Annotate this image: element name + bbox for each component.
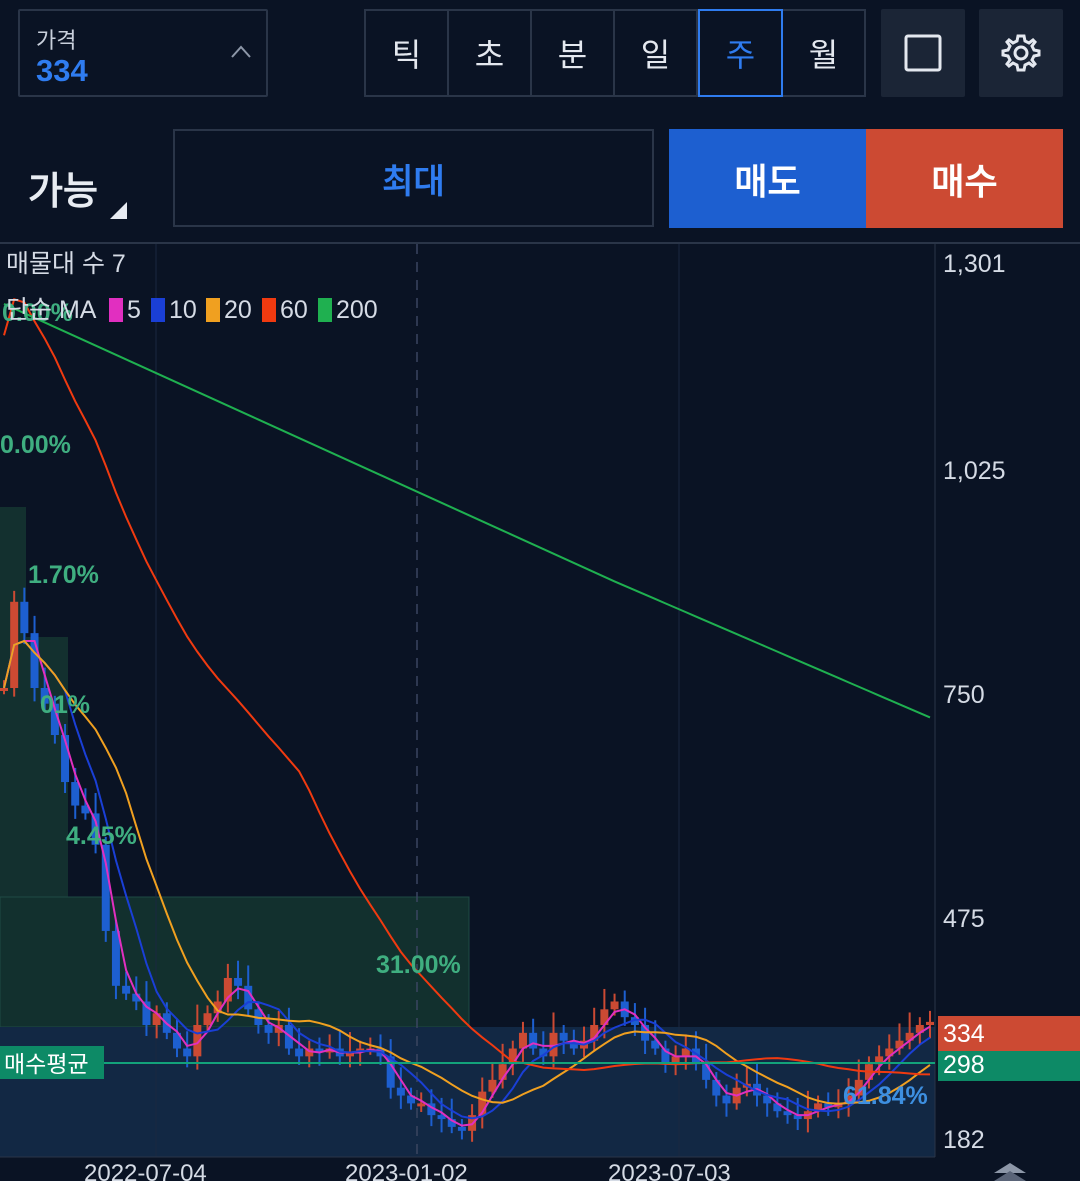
tab-minute[interactable]: 분 xyxy=(532,11,615,95)
y-tick: 1,301 xyxy=(943,250,1006,278)
order-bar: 가능 최대 매도 매수 xyxy=(0,115,1080,243)
settings-button[interactable] xyxy=(979,9,1063,97)
sell-button[interactable]: 매도 xyxy=(669,129,866,228)
ma10-swatch xyxy=(151,298,165,322)
y-tick: 750 xyxy=(943,681,985,709)
fib-label: 01% xyxy=(40,691,90,719)
fib-label: 31.00% xyxy=(376,951,461,979)
ma200-swatch xyxy=(318,298,332,322)
candle-body xyxy=(0,688,8,692)
available-label[interactable]: 가능 xyxy=(28,160,98,215)
candle-body xyxy=(122,985,131,994)
candle-body xyxy=(457,1126,466,1131)
ma-line-200 xyxy=(3,303,931,719)
ma20-label: 20 xyxy=(224,296,252,324)
ma-prefix: 단순 MA xyxy=(6,296,97,324)
x-tick: 2022-07-04 xyxy=(84,1160,207,1181)
candle-body xyxy=(295,1048,304,1057)
fib-label: 1.70% xyxy=(28,561,99,589)
ma60-swatch xyxy=(262,298,276,322)
candle-body xyxy=(702,1064,711,1080)
dropdown-corner-icon xyxy=(110,202,127,219)
volume-profile-bar xyxy=(0,1027,935,1157)
ma5-swatch xyxy=(109,298,123,322)
avg-price-label: 매수평균 xyxy=(4,1051,89,1077)
x-tick: 2023-07-03 xyxy=(608,1160,731,1181)
price-selector[interactable]: 가격 334 xyxy=(18,9,268,97)
ma10-label: 10 xyxy=(169,296,197,324)
fullscreen-button[interactable] xyxy=(881,9,965,97)
candle-body xyxy=(722,1095,731,1104)
fib-label: 61.84% xyxy=(843,1082,928,1110)
candle-body xyxy=(203,1013,212,1026)
candle-body xyxy=(559,1032,568,1041)
fib-label: 0.00% xyxy=(0,431,71,459)
candle-body xyxy=(234,977,243,986)
buy-button[interactable]: 매수 xyxy=(866,129,1063,228)
tab-day[interactable]: 일 xyxy=(615,11,698,95)
candle-body xyxy=(20,601,29,634)
y-tick: 1,025 xyxy=(943,457,1006,485)
gear-icon xyxy=(1001,34,1041,72)
candle-body xyxy=(183,1048,192,1057)
candle-body xyxy=(396,1087,405,1096)
y-tick: 475 xyxy=(943,905,985,933)
candle-body xyxy=(71,782,80,806)
price-chart[interactable]: 매수평균 0.00% 0.00% 1.70% 01% 4.45% 31.00% … xyxy=(0,244,1080,1181)
indicator-label: 매물대 수 7 xyxy=(6,250,126,278)
price-value: 334 xyxy=(36,53,88,88)
avg-price-value: 298 xyxy=(943,1051,985,1079)
candle-body xyxy=(417,1103,426,1107)
candle-body xyxy=(926,1021,934,1026)
candle-body xyxy=(610,1001,619,1010)
current-price-label: 334 xyxy=(943,1020,985,1048)
ma5-label: 5 xyxy=(127,296,141,324)
square-icon xyxy=(904,34,942,72)
ma60-label: 60 xyxy=(280,296,308,324)
tab-tick[interactable]: 틱 xyxy=(366,11,449,95)
fib-label: 4.45% xyxy=(66,822,137,850)
tab-week[interactable]: 주 xyxy=(698,9,783,97)
candle-body xyxy=(111,930,120,986)
chevron-up-icon xyxy=(231,45,251,58)
tab-month[interactable]: 월 xyxy=(783,11,864,95)
ma200-label: 200 xyxy=(336,296,378,324)
y-tick: 182 xyxy=(943,1126,985,1154)
ma20-swatch xyxy=(206,298,220,322)
tab-second[interactable]: 초 xyxy=(449,11,532,95)
candle-body xyxy=(264,1025,273,1033)
candle-body xyxy=(529,1032,538,1049)
price-label: 가격 xyxy=(36,28,77,53)
x-tick: 2023-01-02 xyxy=(345,1160,468,1181)
period-tabs: 틱 초 분 일 주 월 xyxy=(364,9,866,97)
candle-body xyxy=(101,844,110,931)
top-toolbar: 가격 334 틱 초 분 일 주 월 xyxy=(0,0,1080,115)
collapse-icon[interactable] xyxy=(994,1163,1026,1181)
candle-body xyxy=(142,1001,151,1026)
max-quantity-button[interactable]: 최대 xyxy=(173,129,654,227)
